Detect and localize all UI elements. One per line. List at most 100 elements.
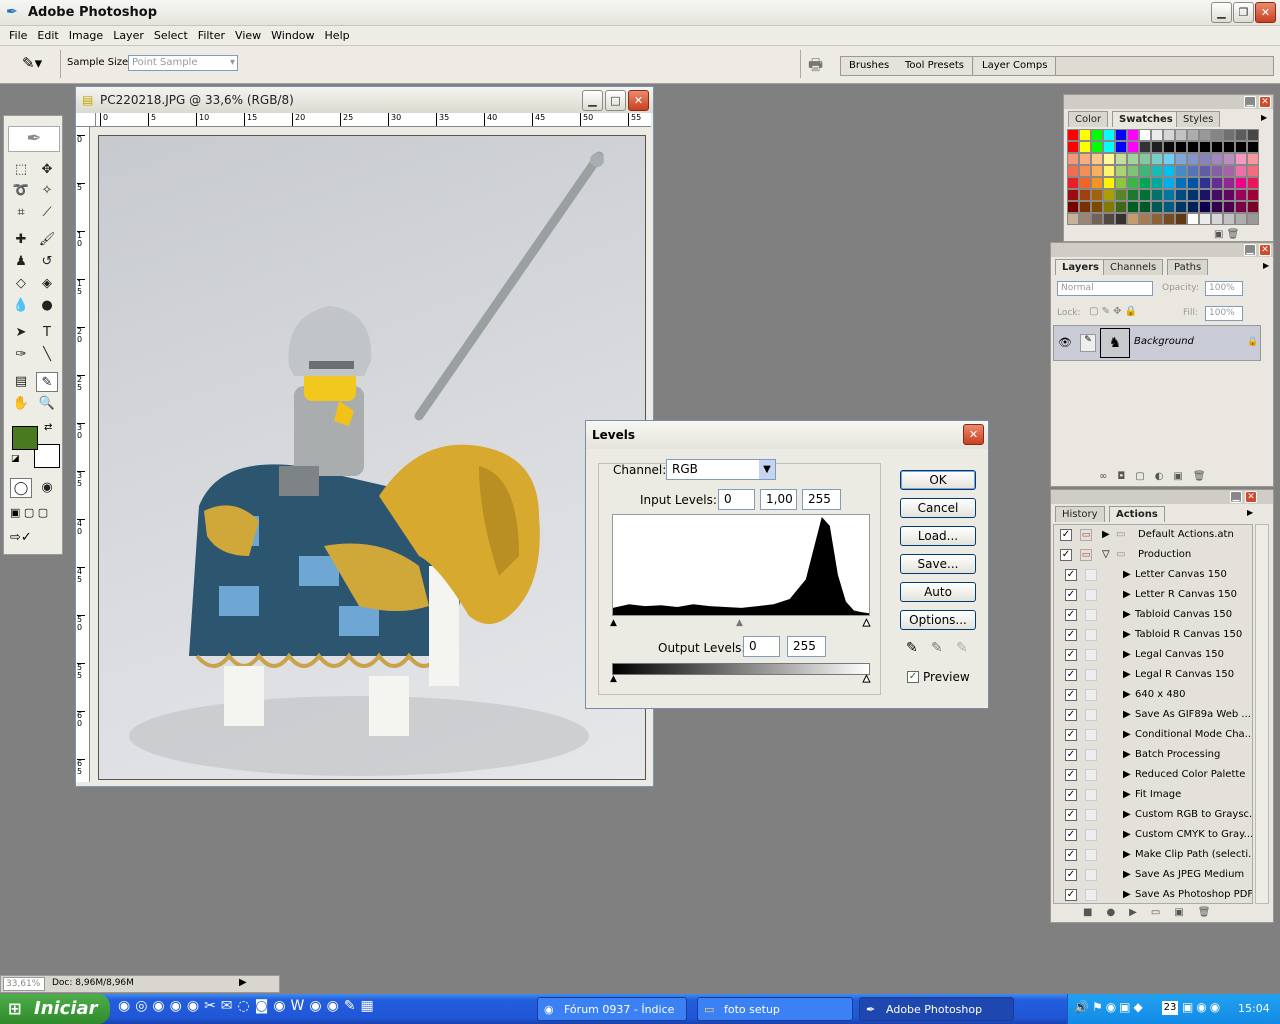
swatch[interactable] bbox=[1115, 189, 1127, 201]
toggle-checkbox[interactable]: ✓ bbox=[1065, 809, 1077, 821]
layer-thumbnail[interactable]: ♞ bbox=[1100, 328, 1130, 358]
screen-mode-icons[interactable]: ▣ ▢ ▢ bbox=[10, 506, 48, 519]
input-white-field[interactable]: 255 bbox=[802, 489, 841, 510]
tray-icons-2[interactable]: ▣◉◉ bbox=[1182, 1000, 1223, 1014]
swatch[interactable] bbox=[1079, 153, 1091, 165]
action-control-icons[interactable]: ■●▶▭▣🗑 bbox=[1083, 907, 1224, 918]
swatch[interactable] bbox=[1139, 153, 1151, 165]
swatch[interactable] bbox=[1163, 129, 1175, 141]
swatch[interactable] bbox=[1235, 141, 1247, 153]
panel-close-icon[interactable]: ✕ bbox=[1245, 491, 1257, 503]
swatch[interactable] bbox=[1187, 177, 1199, 189]
input-white-slider[interactable]: ▲ bbox=[863, 618, 871, 629]
dialog-toggle-icon[interactable]: ▭ bbox=[1080, 529, 1092, 541]
action-row[interactable]: ✓ ▶ Letter R Canvas 150 bbox=[1059, 585, 1247, 605]
line-tool-icon[interactable]: ╲ bbox=[36, 345, 58, 365]
blend-mode-select[interactable]: Normal bbox=[1057, 281, 1153, 296]
swatch[interactable] bbox=[1223, 189, 1235, 201]
menu-edit[interactable]: Edit bbox=[32, 27, 63, 45]
cancel-button[interactable]: Cancel bbox=[900, 498, 976, 518]
panel-close-icon[interactable]: ✕ bbox=[1259, 96, 1271, 108]
action-row[interactable]: ✓ ▶ Fit Image bbox=[1059, 785, 1247, 805]
menu-filter[interactable]: Filter bbox=[193, 27, 230, 45]
output-white-field[interactable]: 255 bbox=[787, 636, 826, 657]
print-icon[interactable]: 🖶 bbox=[808, 54, 823, 81]
action-row[interactable]: ✓ ▶ Make Clip Path (selecti... bbox=[1059, 845, 1252, 865]
vertical-ruler[interactable]: 0 5 1 0 1 5 2 0 2 5 3 0 3 5 4 0 4 5 5 0 5 5 6 0 6 5 bbox=[76, 127, 90, 782]
type-tool-icon[interactable]: T bbox=[36, 323, 58, 343]
action-row[interactable]: ✓ ▶ Legal Canvas 150 bbox=[1059, 645, 1247, 665]
toggle-checkbox[interactable]: ✓ bbox=[1065, 769, 1077, 781]
dodge-tool-icon[interactable]: ● bbox=[36, 296, 58, 316]
swatch[interactable] bbox=[1067, 141, 1079, 153]
swatch[interactable] bbox=[1199, 189, 1211, 201]
swatch[interactable] bbox=[1199, 153, 1211, 165]
expand-triangle-icon[interactable]: ▶ bbox=[1123, 865, 1131, 885]
swatch[interactable] bbox=[1079, 189, 1091, 201]
swatch[interactable] bbox=[1211, 189, 1223, 201]
dialog-toggle-icon[interactable] bbox=[1085, 829, 1097, 841]
swatch[interactable] bbox=[1151, 153, 1163, 165]
menu-layer[interactable]: Layer bbox=[108, 27, 149, 45]
swatch[interactable] bbox=[1139, 177, 1151, 189]
output-white-slider[interactable]: ▲ bbox=[863, 674, 871, 685]
swatch[interactable] bbox=[1247, 201, 1259, 213]
swatch[interactable] bbox=[1103, 213, 1115, 225]
swatch[interactable] bbox=[1223, 129, 1235, 141]
swatch[interactable] bbox=[1103, 165, 1115, 177]
ok-button[interactable]: OK bbox=[900, 470, 976, 490]
swatch[interactable] bbox=[1175, 189, 1187, 201]
dialog-toggle-icon[interactable] bbox=[1085, 789, 1097, 801]
dialog-toggle-icon[interactable] bbox=[1085, 849, 1097, 861]
swatch[interactable] bbox=[1127, 141, 1139, 153]
crop-tool-icon[interactable]: ⌗ bbox=[10, 203, 32, 223]
swatch[interactable] bbox=[1067, 213, 1079, 225]
magic-wand-tool-icon[interactable]: ✧ bbox=[36, 181, 58, 201]
swatch[interactable] bbox=[1139, 213, 1151, 225]
eraser-tool-icon[interactable]: ◇ bbox=[10, 274, 32, 294]
swatch[interactable] bbox=[1163, 177, 1175, 189]
swatch[interactable] bbox=[1235, 129, 1247, 141]
expand-triangle-icon[interactable]: ▶ bbox=[1123, 605, 1131, 625]
swatch[interactable] bbox=[1091, 129, 1103, 141]
dialog-toggle-icon[interactable] bbox=[1085, 709, 1097, 721]
dialog-toggle-icon[interactable] bbox=[1085, 669, 1097, 681]
panel-close-icon[interactable]: ✕ bbox=[1259, 244, 1271, 256]
swatch[interactable] bbox=[1235, 189, 1247, 201]
swatch[interactable] bbox=[1127, 201, 1139, 213]
action-row[interactable]: ✓ ▶ Custom RGB to Graysc... bbox=[1059, 805, 1252, 825]
image-canvas[interactable] bbox=[98, 135, 646, 780]
eye-icon[interactable]: 👁 bbox=[1058, 336, 1072, 349]
restore-button[interactable]: ❐ bbox=[1233, 2, 1254, 23]
swatch[interactable] bbox=[1187, 213, 1199, 225]
action-row[interactable]: ✓ ▶ Tabloid Canvas 150 bbox=[1059, 605, 1247, 625]
swatch[interactable] bbox=[1175, 177, 1187, 189]
toggle-checkbox[interactable]: ✓ bbox=[1065, 689, 1077, 701]
swatch[interactable] bbox=[1211, 201, 1223, 213]
expand-triangle-icon[interactable]: ▶ bbox=[1123, 565, 1131, 585]
doc-minimize-button[interactable]: ▁ bbox=[582, 90, 603, 111]
gray-eyedropper-icon[interactable]: ✎ bbox=[931, 640, 943, 656]
levels-titlebar[interactable]: Levels ✕ bbox=[586, 421, 988, 449]
dialog-toggle-icon[interactable]: ▭ bbox=[1080, 549, 1092, 561]
tab-styles[interactable]: Styles bbox=[1176, 111, 1221, 127]
dialog-toggle-icon[interactable] bbox=[1085, 869, 1097, 881]
tab-color[interactable]: Color bbox=[1068, 111, 1109, 127]
notes-tool-icon[interactable]: ▤ bbox=[10, 372, 32, 392]
action-row[interactable]: ✓ ▶ 640 x 480 bbox=[1059, 685, 1247, 705]
swatch[interactable] bbox=[1163, 153, 1175, 165]
swatch[interactable] bbox=[1175, 213, 1187, 225]
channel-select[interactable]: RGB ▼ bbox=[666, 459, 776, 480]
white-eyedropper-icon[interactable]: ✎ bbox=[956, 640, 968, 656]
expand-triangle-icon[interactable]: ▶ bbox=[1123, 805, 1131, 825]
tab-history[interactable]: History bbox=[1055, 506, 1105, 522]
swatch[interactable] bbox=[1091, 213, 1103, 225]
expand-triangle-icon[interactable]: ▶ bbox=[1123, 885, 1131, 903]
output-black-slider[interactable]: ▲ bbox=[610, 674, 617, 684]
new-swatch-icon[interactable]: ▣ 🗑 bbox=[1214, 229, 1239, 240]
menu-file[interactable]: File bbox=[4, 27, 32, 45]
lasso-tool-icon[interactable]: ➰ bbox=[10, 181, 32, 201]
brush-link-icon[interactable]: ✎ bbox=[1080, 334, 1096, 352]
swatch[interactable] bbox=[1127, 165, 1139, 177]
swatch[interactable] bbox=[1079, 213, 1091, 225]
